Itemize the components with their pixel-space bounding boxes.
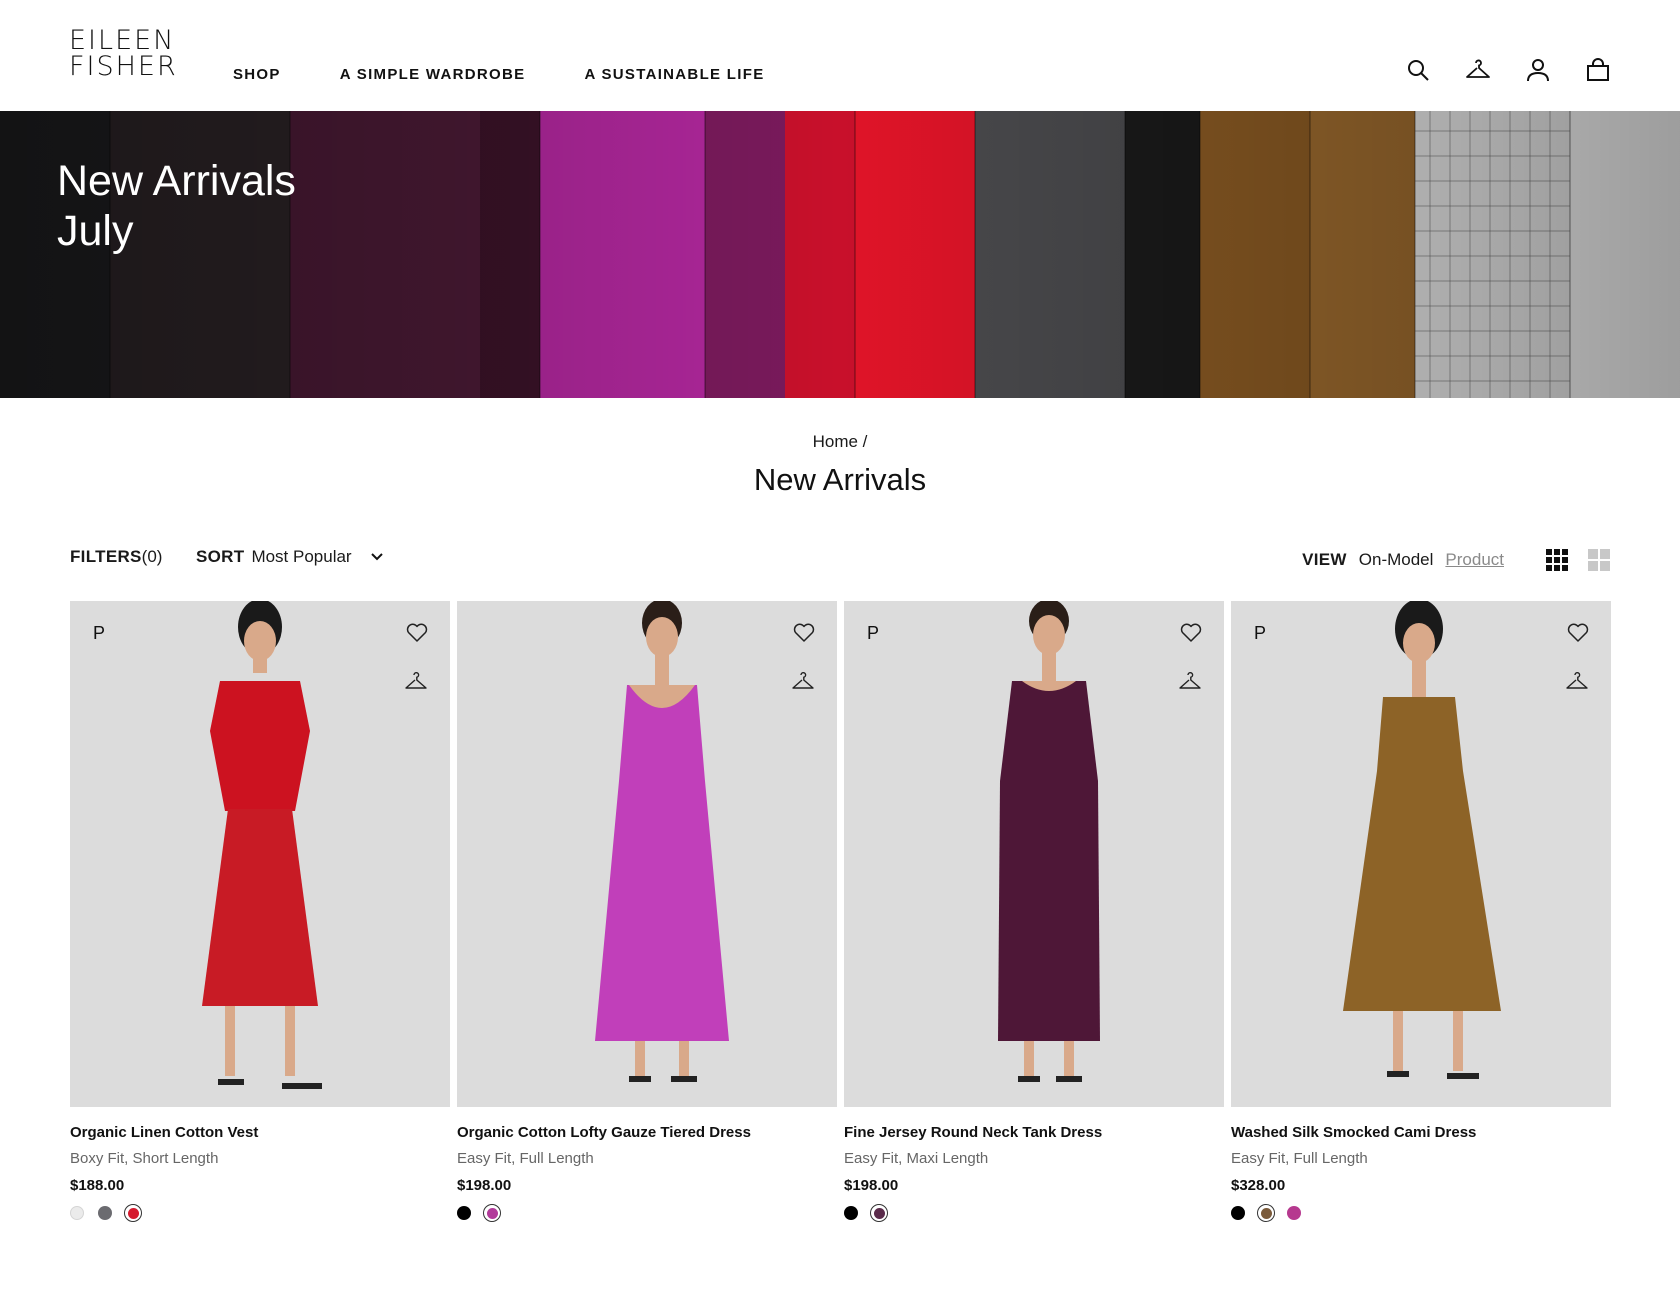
product-badge: P	[867, 623, 880, 643]
product-image[interactable]	[457, 601, 837, 1107]
header-icons	[1404, 56, 1612, 84]
color-swatches	[70, 1204, 450, 1222]
filters-button[interactable]: FILTERS(0)	[70, 547, 162, 567]
sort-dropdown[interactable]: SORT Most Popular	[196, 547, 383, 567]
hero-title-line1: New Arrivals	[57, 157, 296, 205]
sort-value: Most Popular	[251, 547, 352, 566]
product-card: P Washed Silk Smocked Cami Dress Easy Fi…	[1231, 601, 1611, 1222]
product-fit: Easy Fit, Full Length	[1231, 1150, 1368, 1167]
search-icon[interactable]	[1404, 56, 1432, 84]
product-name[interactable]: Fine Jersey Round Neck Tank Dress	[844, 1124, 1224, 1141]
product-fit: Easy Fit, Maxi Length	[844, 1150, 989, 1167]
filters-label: FILTERS	[70, 547, 142, 566]
view-on-model-option[interactable]: On-Model	[1359, 550, 1434, 570]
hero-title-line2: July	[57, 207, 134, 255]
model-photo	[457, 601, 837, 1107]
sort-label: SORT	[196, 547, 245, 566]
nav-shop[interactable]: SHOP	[233, 66, 281, 83]
product-price: $188.00	[70, 1177, 125, 1194]
color-swatch[interactable]	[844, 1206, 858, 1220]
product-card: P Organic Linen Cotton Vest Boxy Fit, Sh…	[70, 601, 450, 1222]
breadcrumb: Home /	[0, 432, 1680, 452]
product-badge: P	[93, 623, 106, 643]
brand-logo[interactable]: EILEEN FISHER	[69, 27, 178, 82]
color-swatches	[457, 1204, 837, 1222]
heart-icon[interactable]	[1180, 623, 1202, 648]
grid-2-column-icon[interactable]	[1588, 549, 1610, 571]
view-label: VIEW	[1302, 550, 1347, 569]
breadcrumb-home[interactable]: Home /	[813, 432, 868, 451]
model-photo	[844, 601, 1224, 1107]
color-swatch[interactable]	[98, 1206, 112, 1220]
color-swatch[interactable]	[1257, 1204, 1275, 1222]
main-nav: SHOP A SIMPLE WARDROBE A SUSTAINABLE LIF…	[233, 66, 765, 83]
page-title: New Arrivals	[753, 462, 927, 497]
product-image[interactable]: P	[1231, 601, 1611, 1107]
grid-4-column-icon[interactable]	[1546, 549, 1568, 571]
color-swatch[interactable]	[457, 1206, 471, 1220]
view-toggle: VIEW On-Model Product	[1302, 549, 1610, 571]
chevron-down-icon	[370, 553, 383, 561]
model-photo	[1231, 601, 1611, 1107]
product-image[interactable]: P	[70, 601, 450, 1107]
color-swatch[interactable]	[124, 1204, 142, 1222]
hanger-icon[interactable]	[404, 671, 428, 698]
hero-banner: New Arrivals July	[0, 111, 1680, 398]
product-name[interactable]: Organic Cotton Lofty Gauze Tiered Dress	[457, 1124, 837, 1141]
color-swatches	[1231, 1204, 1611, 1222]
product-price: $198.00	[844, 1177, 899, 1194]
color-swatch[interactable]	[1287, 1206, 1301, 1220]
product-name[interactable]: Organic Linen Cotton Vest	[70, 1124, 450, 1141]
hero-title: New Arrivals July	[57, 156, 296, 256]
nav-simple-wardrobe[interactable]: A SIMPLE WARDROBE	[340, 66, 526, 83]
product-card: Organic Cotton Lofty Gauze Tiered Dress …	[457, 601, 837, 1222]
product-grid: P Organic Linen Cotton Vest Boxy Fit, Sh…	[70, 601, 1611, 1222]
product-name[interactable]: Washed Silk Smocked Cami Dress	[1231, 1124, 1611, 1141]
filters-count: (0)	[141, 547, 163, 566]
account-icon[interactable]	[1524, 56, 1552, 84]
color-swatches	[844, 1204, 1224, 1222]
model-photo	[70, 601, 450, 1107]
product-card: P Fine Jersey Round Neck Tank Dress Easy…	[844, 601, 1224, 1222]
color-swatch[interactable]	[483, 1204, 501, 1222]
product-fit: Boxy Fit, Short Length	[70, 1150, 219, 1167]
heart-icon[interactable]	[1567, 623, 1589, 648]
hanger-icon[interactable]	[1464, 56, 1492, 84]
hanger-icon[interactable]	[791, 671, 815, 698]
listing-toolbar: FILTERS(0) SORT Most Popular VIEW On-Mod…	[70, 547, 1610, 571]
product-image[interactable]: P	[844, 601, 1224, 1107]
brand-logo-line2: FISHER	[69, 51, 178, 82]
product-badge: P	[1254, 623, 1267, 643]
color-swatch[interactable]	[70, 1206, 84, 1220]
product-price: $328.00	[1231, 1177, 1286, 1194]
heart-icon[interactable]	[406, 623, 428, 648]
view-product-option[interactable]: Product	[1445, 550, 1504, 570]
product-fit: Easy Fit, Full Length	[457, 1150, 594, 1167]
product-price: $198.00	[457, 1177, 512, 1194]
color-swatch[interactable]	[1231, 1206, 1245, 1220]
site-header: EILEEN FISHER SHOP A SIMPLE WARDROBE A S…	[0, 0, 1680, 111]
color-swatch[interactable]	[870, 1204, 888, 1222]
hanger-icon[interactable]	[1565, 671, 1589, 698]
nav-sustainable-life[interactable]: A SUSTAINABLE LIFE	[584, 66, 764, 83]
hanger-icon[interactable]	[1178, 671, 1202, 698]
heart-icon[interactable]	[793, 623, 815, 648]
bag-icon[interactable]	[1584, 56, 1612, 84]
